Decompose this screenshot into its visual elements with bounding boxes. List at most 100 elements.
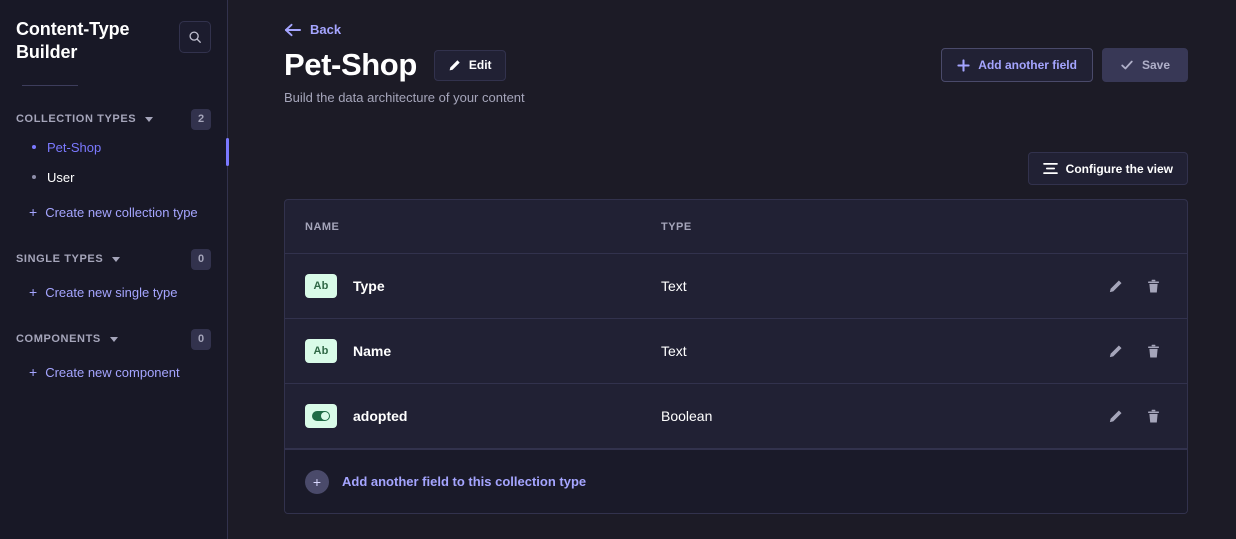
- table-row[interactable]: Ab Type Text: [285, 254, 1187, 319]
- boolean-toggle-icon: [305, 404, 337, 428]
- search-icon: [189, 31, 201, 43]
- main-content: Back Pet-Shop Edit Add another field Sav…: [228, 0, 1236, 539]
- back-link[interactable]: Back: [228, 0, 1236, 37]
- page-subtitle: Build the data architecture of your cont…: [284, 90, 525, 105]
- check-icon: [1121, 60, 1133, 70]
- row-actions: [1107, 408, 1161, 424]
- page-header-row: Pet-Shop Edit Add another field Save: [228, 37, 1236, 83]
- configure-the-view-label: Configure the view: [1065, 161, 1173, 176]
- sidebar-group-label-single-types: SINGLE TYPES: [16, 253, 104, 265]
- layout-lines-icon: [1042, 163, 1058, 174]
- row-actions: [1107, 343, 1161, 359]
- add-another-field-button[interactable]: Add another field: [941, 48, 1093, 82]
- plus-icon: [957, 58, 970, 72]
- sidebar-item-pet-shop[interactable]: Pet-Shop: [0, 132, 227, 162]
- sidebar-group-header-left: SINGLE TYPES: [16, 253, 121, 265]
- trash-icon: [1147, 279, 1159, 292]
- create-new-component-link[interactable]: + Create new component: [0, 358, 227, 386]
- active-item-indicator: [226, 138, 229, 166]
- field-type-label: Text: [661, 343, 687, 359]
- sidebar-header: Content-Type Builder: [0, 0, 227, 63]
- sidebar-title: Content-Type Builder: [16, 19, 130, 62]
- add-field-footer-label: Add another field to this collection typ…: [342, 474, 587, 489]
- trash-icon: [1147, 409, 1159, 422]
- bullet-icon: [32, 145, 36, 149]
- column-header-name: NAME: [305, 220, 340, 233]
- edit-button-label: Edit: [468, 58, 492, 72]
- delete-field-button[interactable]: [1145, 408, 1161, 424]
- bullet-icon: [32, 175, 36, 179]
- plus-circle-icon: +: [305, 469, 329, 494]
- sidebar-group-label-components: COMPONENTS: [16, 333, 101, 345]
- edit-field-button[interactable]: [1107, 408, 1123, 424]
- save-button-label: Save: [1141, 58, 1170, 72]
- create-link-label: Create new single type: [45, 284, 178, 300]
- sidebar-group-header-left: COLLECTION TYPES: [16, 113, 154, 125]
- delete-field-button[interactable]: [1145, 278, 1161, 294]
- sidebar-count-collection-types: 2: [191, 108, 211, 130]
- field-name-label: Name: [353, 343, 392, 359]
- search-button[interactable]: [179, 21, 211, 53]
- row-actions: [1107, 278, 1161, 294]
- page-actions: Add another field Save: [941, 48, 1188, 82]
- add-another-field-label: Add another field: [978, 58, 1077, 72]
- field-type-label: Boolean: [661, 408, 713, 424]
- chevron-down-icon[interactable]: [145, 116, 154, 122]
- pencil-icon: [1109, 280, 1121, 292]
- text-field-icon: Ab: [305, 339, 337, 363]
- fields-table-card: NAME TYPE Ab Type Text Ab Name Text adop…: [284, 199, 1188, 514]
- configure-the-view-button[interactable]: Configure the view: [1027, 152, 1188, 185]
- page-header-left: Pet-Shop Edit: [284, 47, 506, 83]
- text-field-icon-label: Ab: [313, 280, 329, 292]
- add-field-footer-button[interactable]: + Add another field to this collection t…: [285, 449, 1187, 513]
- edit-field-button[interactable]: [1107, 343, 1123, 359]
- text-field-icon-label: Ab: [313, 345, 329, 357]
- sidebar-group-header-left: COMPONENTS: [16, 333, 118, 345]
- sidebar-divider: [22, 85, 78, 86]
- arrow-left-icon: [284, 23, 301, 36]
- plus-icon: +: [29, 364, 38, 380]
- create-link-label: Create new component: [45, 364, 180, 380]
- sidebar-item-label: User: [47, 169, 75, 185]
- sidebar: Content-Type Builder COLLECTION TYPES 2 …: [0, 0, 229, 539]
- app-root: Content-Type Builder COLLECTION TYPES 2 …: [0, 0, 1236, 539]
- pencil-icon: [1109, 410, 1121, 422]
- plus-icon: +: [29, 284, 38, 300]
- cell-field-name: Ab Type: [305, 274, 661, 298]
- text-field-icon: Ab: [305, 274, 337, 298]
- table-row[interactable]: adopted Boolean: [285, 384, 1187, 449]
- create-link-label: Create new collection type: [45, 204, 198, 220]
- back-label: Back: [310, 22, 342, 37]
- sidebar-group-single-types[interactable]: SINGLE TYPES 0: [0, 246, 227, 272]
- field-name-label: adopted: [353, 408, 408, 424]
- pencil-icon: [1109, 345, 1121, 357]
- column-header-type: TYPE: [661, 220, 692, 233]
- plus-icon: +: [29, 204, 38, 220]
- chevron-down-icon[interactable]: [109, 336, 118, 342]
- edit-field-button[interactable]: [1107, 278, 1123, 294]
- toolbar-row: Configure the view: [228, 105, 1236, 185]
- cell-field-name: Ab Name: [305, 339, 661, 363]
- pencil-icon: [449, 59, 460, 70]
- chevron-down-icon[interactable]: [112, 256, 121, 262]
- edit-button[interactable]: Edit: [433, 49, 506, 81]
- save-button[interactable]: Save: [1101, 48, 1188, 82]
- sidebar-item-label: Pet-Shop: [47, 139, 102, 155]
- trash-icon: [1147, 344, 1159, 357]
- table-header: NAME TYPE: [285, 200, 1187, 254]
- delete-field-button[interactable]: [1145, 343, 1161, 359]
- create-new-single-type-link[interactable]: + Create new single type: [0, 278, 227, 306]
- sidebar-group-label-collection-types: COLLECTION TYPES: [16, 113, 137, 125]
- sidebar-count-components: 0: [191, 328, 211, 350]
- sidebar-count-single-types: 0: [191, 248, 211, 270]
- field-name-label: Type: [353, 278, 385, 294]
- sidebar-group-components[interactable]: COMPONENTS 0: [0, 326, 227, 352]
- page-title: Pet-Shop: [284, 47, 417, 82]
- field-type-label: Text: [661, 278, 687, 294]
- create-new-collection-type-link[interactable]: + Create new collection type: [0, 198, 227, 226]
- toggle-switch-glyph: [312, 411, 330, 421]
- sidebar-item-user[interactable]: User: [0, 162, 227, 192]
- table-row[interactable]: Ab Name Text: [285, 319, 1187, 384]
- cell-field-name: adopted: [305, 404, 661, 428]
- sidebar-group-collection-types[interactable]: COLLECTION TYPES 2: [0, 106, 227, 132]
